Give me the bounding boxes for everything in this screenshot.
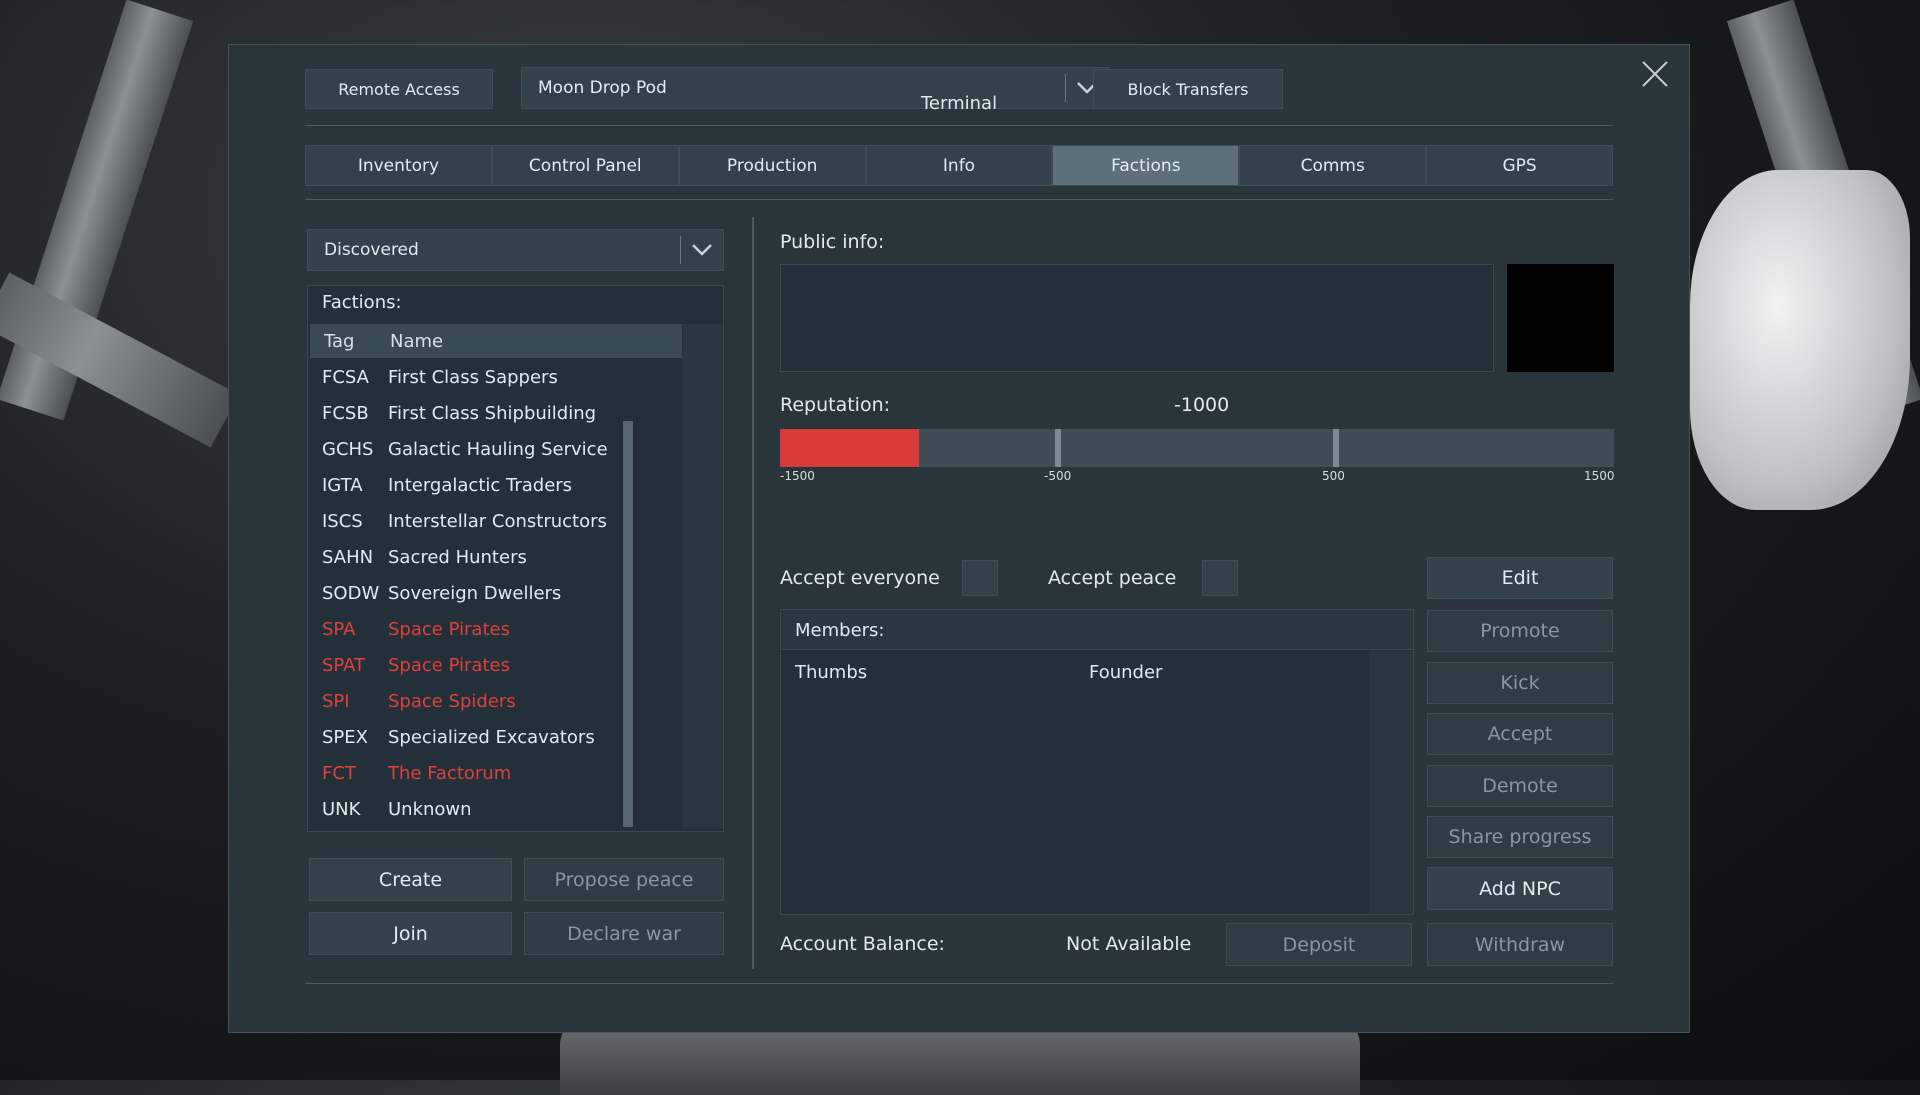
accept-peace-label: Accept peace xyxy=(1048,567,1177,589)
block-transfers-button[interactable]: Block Transfers xyxy=(1093,69,1283,109)
grid-select-dropdown[interactable]: Moon Drop Pod xyxy=(521,67,1109,109)
accept-button[interactable]: Accept xyxy=(1427,713,1613,755)
background-asteroid xyxy=(1690,170,1910,510)
public-info-box[interactable] xyxy=(780,264,1494,372)
faction-name: Galactic Hauling Service xyxy=(388,438,608,460)
faction-tag: GCHS xyxy=(322,438,374,460)
remote-access-button[interactable]: Remote Access xyxy=(305,69,493,109)
column-tag[interactable]: Tag xyxy=(310,331,390,352)
close-icon[interactable] xyxy=(1640,59,1670,89)
faction-name: Space Pirates xyxy=(388,654,510,676)
faction-name: Space Pirates xyxy=(388,618,510,640)
faction-name: First Class Shipbuilding xyxy=(388,402,597,424)
faction-name: Specialized Excavators xyxy=(388,726,595,748)
reputation-threshold-marker xyxy=(1333,429,1339,467)
tab-info[interactable]: Info xyxy=(865,145,1053,186)
withdraw-button[interactable]: Withdraw xyxy=(1427,923,1613,966)
accept-peace-checkbox[interactable] xyxy=(1202,560,1238,596)
faction-filter-dropdown[interactable]: Discovered xyxy=(307,229,724,271)
tab-production[interactable]: Production xyxy=(678,145,866,186)
column-divider xyxy=(752,217,754,969)
faction-name: Sovereign Dwellers xyxy=(388,582,562,604)
members-heading: Members: xyxy=(795,620,885,641)
faction-name: Unknown xyxy=(388,798,472,820)
members-panel: Members: Thumbs Founder xyxy=(780,609,1414,915)
faction-name: Interstellar Constructors xyxy=(388,510,607,532)
factions-list: Factions: Tag Name FCSA First Class Sappe… xyxy=(307,285,724,832)
faction-filter-value: Discovered xyxy=(324,240,419,260)
promote-button[interactable]: Promote xyxy=(1427,610,1613,652)
members-scrollbar-track[interactable] xyxy=(1369,651,1413,914)
faction-tag: SPAT xyxy=(322,654,366,676)
reputation-threshold-marker xyxy=(1055,429,1061,467)
deposit-button[interactable]: Deposit xyxy=(1226,923,1412,966)
faction-tag: SODW xyxy=(322,582,380,604)
reputation-value: -1000 xyxy=(1174,394,1230,416)
declare-war-button[interactable]: Declare war xyxy=(524,912,724,955)
tab-factions[interactable]: Factions xyxy=(1052,145,1240,186)
member-name[interactable]: Thumbs xyxy=(795,662,867,683)
reputation-bar xyxy=(780,429,1614,467)
header-divider xyxy=(305,125,1613,126)
factions-heading: Factions: xyxy=(322,292,402,313)
faction-tag: IGTA xyxy=(322,474,363,496)
tab-bar: Inventory Control Panel Production Info Fact… xyxy=(305,145,1614,186)
terminal-title: Terminal xyxy=(921,93,998,114)
account-balance-label: Account Balance: xyxy=(780,933,945,955)
factions-scrollbar-thumb[interactable] xyxy=(623,421,633,827)
demote-button[interactable]: Demote xyxy=(1427,765,1613,807)
reputation-tick-label: 1500 xyxy=(1584,469,1615,483)
reputation-fill xyxy=(780,429,919,467)
add-npc-button[interactable]: Add NPC xyxy=(1427,867,1613,910)
propose-peace-button[interactable]: Propose peace xyxy=(524,858,724,901)
tab-divider xyxy=(305,199,1613,200)
faction-name: Space Spiders xyxy=(388,690,516,712)
create-button[interactable]: Create xyxy=(309,858,512,901)
reputation-label: Reputation: xyxy=(780,394,891,416)
kick-button[interactable]: Kick xyxy=(1427,662,1613,704)
faction-name: Intergalactic Traders xyxy=(388,474,573,496)
join-button[interactable]: Join xyxy=(309,912,512,955)
faction-tag: SPEX xyxy=(322,726,368,748)
factions-scrollbar-track[interactable] xyxy=(683,324,723,828)
chevron-down-icon[interactable] xyxy=(681,230,723,270)
tab-comms[interactable]: Comms xyxy=(1239,145,1427,186)
accept-everyone-checkbox[interactable] xyxy=(962,560,998,596)
faction-tag: FCSA xyxy=(322,366,369,388)
footer-divider xyxy=(305,983,1613,984)
faction-tag: SPI xyxy=(322,690,350,712)
reputation-tick-label: -1500 xyxy=(780,469,815,483)
public-info-label: Public info: xyxy=(780,231,885,253)
tab-gps[interactable]: GPS xyxy=(1426,145,1614,186)
terminal-window: Remote Access Moon Drop Pod Terminal Blo… xyxy=(228,44,1690,1033)
faction-row[interactable]: FCSA First Class Sappers xyxy=(308,359,680,395)
faction-tag: ISCS xyxy=(322,510,363,532)
faction-tag: FCSB xyxy=(322,402,369,424)
faction-tag: SPA xyxy=(322,618,356,640)
reputation-tick-label: -500 xyxy=(1044,469,1072,483)
tab-inventory[interactable]: Inventory xyxy=(305,145,492,186)
faction-name: First Class Sappers xyxy=(388,366,558,388)
faction-name: Sacred Hunters xyxy=(388,546,527,568)
reputation-tick-label: 500 xyxy=(1322,469,1345,483)
faction-tag: FCT xyxy=(322,762,356,784)
faction-icon xyxy=(1507,264,1614,372)
accept-everyone-label: Accept everyone xyxy=(780,567,940,589)
tab-control-panel[interactable]: Control Panel xyxy=(491,145,679,186)
factions-column-header: Tag Name xyxy=(310,324,682,358)
account-balance-value: Not Available xyxy=(1066,933,1192,955)
faction-name: The Factorum xyxy=(388,762,512,784)
faction-tag: UNK xyxy=(322,798,361,820)
edit-button[interactable]: Edit xyxy=(1427,557,1613,599)
share-progress-button[interactable]: Share progress xyxy=(1427,816,1613,858)
column-name[interactable]: Name xyxy=(390,331,682,352)
member-rank: Founder xyxy=(1089,662,1163,683)
faction-tag: SAHN xyxy=(322,546,374,568)
